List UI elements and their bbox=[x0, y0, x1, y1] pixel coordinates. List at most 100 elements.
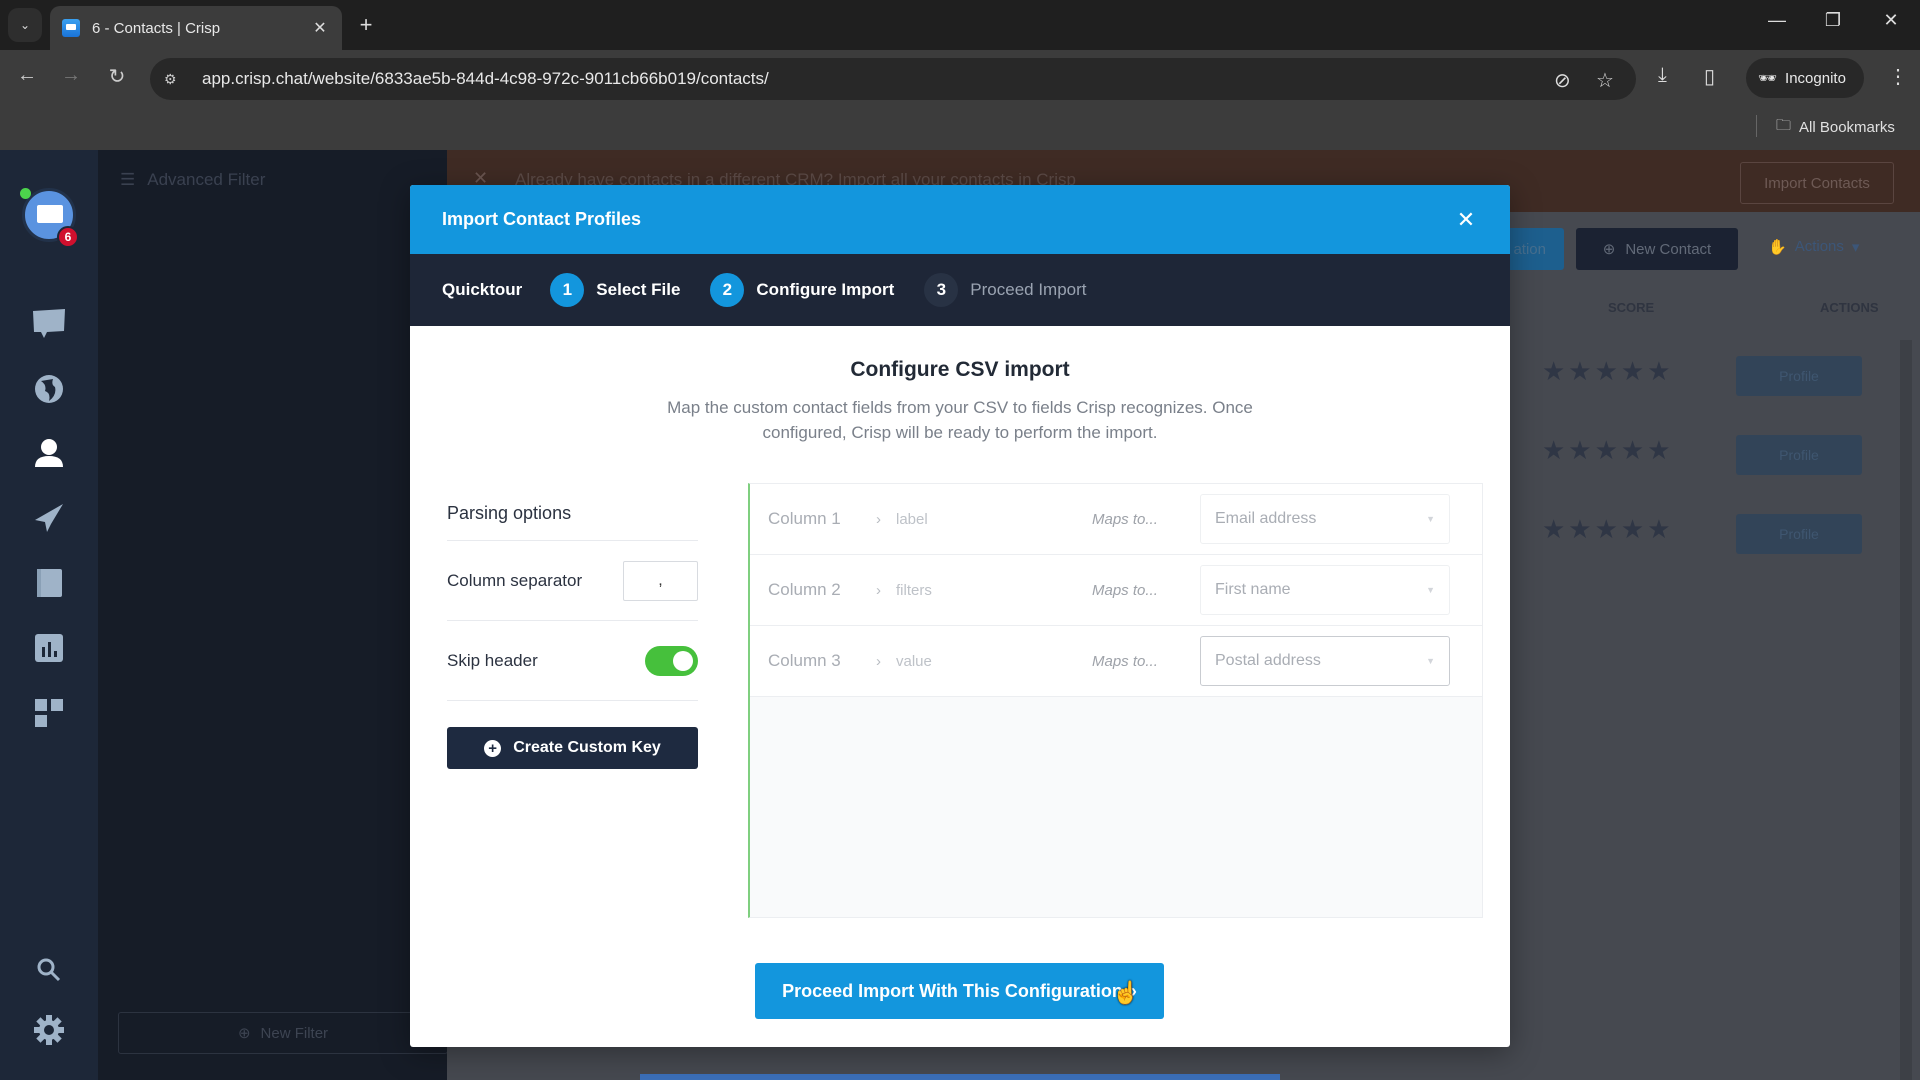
sidebar-item-campaigns[interactable] bbox=[29, 498, 69, 538]
step-configure-import[interactable]: 2 Configure Import bbox=[710, 273, 894, 307]
toggle-knob bbox=[673, 650, 693, 671]
close-icon[interactable]: ✕ bbox=[1454, 207, 1478, 233]
field-select-value: Email address bbox=[1215, 510, 1317, 527]
scrollbar[interactable] bbox=[1900, 340, 1912, 1080]
field-select[interactable]: First name ▼ bbox=[1200, 565, 1450, 615]
download-icon[interactable]: ⤓ bbox=[1658, 64, 1667, 87]
close-window-icon[interactable]: ✕ bbox=[1876, 10, 1906, 31]
sidebar-item-settings[interactable] bbox=[29, 1010, 69, 1050]
column-name: Column 1 bbox=[768, 509, 841, 528]
step-label: Configure Import bbox=[756, 280, 895, 299]
hand-icon: ✋ bbox=[1768, 239, 1787, 256]
chevron-right-icon: › bbox=[876, 581, 881, 599]
column-name: Column 2 bbox=[768, 580, 841, 599]
search-icon bbox=[37, 958, 61, 982]
skip-header-label: Skip header bbox=[447, 650, 538, 670]
side-panel-icon[interactable]: ▯ bbox=[1704, 64, 1715, 89]
book-icon bbox=[37, 569, 62, 597]
column-sample-key: value bbox=[896, 652, 932, 670]
gear-icon bbox=[34, 1015, 64, 1045]
profile-button[interactable]: Profile bbox=[1736, 435, 1862, 475]
new-filter-button[interactable]: ⊕ New Filter bbox=[118, 1012, 448, 1054]
step-proceed-import[interactable]: 3 Proceed Import bbox=[924, 273, 1087, 307]
sidebar-item-analytics[interactable] bbox=[29, 628, 69, 668]
proceed-import-button[interactable]: Proceed Import With This Configuration › bbox=[755, 963, 1164, 1019]
sidebar-item-search[interactable] bbox=[29, 950, 69, 990]
field-select-value: Postal address bbox=[1215, 652, 1321, 669]
step-label: Proceed Import bbox=[970, 280, 1087, 299]
column-separator-label: Column separator bbox=[447, 570, 583, 590]
sidebar-item-visitors[interactable] bbox=[29, 369, 69, 409]
sidebar-item-inbox[interactable] bbox=[29, 304, 69, 344]
sidebar-item-contacts[interactable] bbox=[29, 433, 69, 473]
eye-off-icon[interactable]: ⊘ bbox=[1554, 68, 1571, 93]
unread-badge: 6 bbox=[57, 226, 79, 248]
proceed-import-label: Proceed Import With This Configuration bbox=[782, 980, 1123, 1001]
reload-icon[interactable]: ↻ bbox=[102, 64, 132, 89]
grid-icon bbox=[35, 699, 63, 727]
incognito-indicator[interactable]: 🕶 Incognito bbox=[1746, 58, 1864, 98]
bookmarks-bar: 🗀 All Bookmarks bbox=[0, 107, 1920, 150]
column-name: Column 3 bbox=[768, 651, 841, 670]
mapping-row: Column 1 › label Maps to... Email addres… bbox=[750, 484, 1482, 555]
caret-down-icon: ▼ bbox=[1426, 585, 1435, 595]
url-input[interactable]: ⚙ app.crisp.chat/website/6833ae5b-844d-4… bbox=[150, 58, 1636, 100]
hand-cursor-icon: ☝ bbox=[1112, 980, 1140, 1005]
step-number: 1 bbox=[550, 273, 585, 307]
maps-to-label: Maps to... bbox=[1092, 510, 1158, 528]
advanced-filter-header[interactable]: ☰ Advanced Filter bbox=[120, 170, 265, 190]
restore-icon[interactable]: ❐ bbox=[1818, 10, 1848, 31]
import-contacts-modal: Import Contact Profiles ✕ Quicktour 1 Se… bbox=[410, 185, 1510, 1047]
incognito-label: Incognito bbox=[1785, 69, 1846, 87]
chevron-down-icon: ⌄ bbox=[19, 18, 31, 32]
chat-logo-icon bbox=[37, 205, 63, 223]
tab-title: 6 - Contacts | Crisp bbox=[92, 19, 221, 37]
profile-button[interactable]: Profile bbox=[1736, 356, 1862, 396]
all-bookmarks-button[interactable]: 🗀 All Bookmarks bbox=[1776, 115, 1895, 140]
sidebar-item-plugins[interactable] bbox=[29, 693, 69, 733]
step-number: 2 bbox=[710, 273, 745, 307]
plus-circle-icon: + bbox=[484, 739, 502, 757]
bookmark-star-icon[interactable]: ☆ bbox=[1596, 68, 1614, 93]
sidebar-item-helpdesk[interactable] bbox=[29, 563, 69, 603]
browser-tab[interactable]: 6 - Contacts | Crisp ✕ bbox=[50, 6, 342, 50]
field-select[interactable]: Email address ▼ bbox=[1200, 494, 1450, 544]
new-contact-label: New Contact bbox=[1625, 240, 1712, 258]
skip-header-toggle[interactable] bbox=[645, 645, 698, 676]
close-tab-icon[interactable]: ✕ bbox=[310, 18, 330, 38]
modal-header: Import Contact Profiles ✕ bbox=[410, 185, 1510, 254]
advanced-filter-title: Advanced Filter bbox=[147, 170, 266, 189]
tab-search-button[interactable]: ⌄ bbox=[8, 8, 42, 42]
step-number: 3 bbox=[924, 273, 959, 307]
new-tab-button[interactable]: + bbox=[354, 12, 378, 38]
column-header-actions: ACTIONS bbox=[1820, 300, 1879, 315]
parsing-options-title: Parsing options bbox=[447, 503, 698, 541]
step-select-file[interactable]: 1 Select File bbox=[550, 273, 680, 307]
create-custom-key-button[interactable]: + Create Custom Key bbox=[447, 727, 698, 769]
column-separator-input[interactable] bbox=[623, 560, 698, 601]
new-contact-button[interactable]: ⊕ New Contact bbox=[1576, 228, 1738, 270]
banner-import-contacts-button[interactable]: Import Contacts bbox=[1740, 162, 1894, 204]
field-select-value: First name bbox=[1215, 581, 1291, 598]
browser-menu-icon[interactable]: ⋮ bbox=[1888, 64, 1908, 89]
create-custom-key-label: Create Custom Key bbox=[513, 739, 661, 756]
field-select[interactable]: Postal address ▼ bbox=[1200, 636, 1450, 686]
column-mapping-table: Column 1 › label Maps to... Email addres… bbox=[748, 483, 1483, 918]
actions-dropdown[interactable]: ✋ Actions ▾ bbox=[1768, 238, 1859, 256]
site-info-icon[interactable]: ⚙ bbox=[164, 71, 188, 88]
caret-down-icon: ▼ bbox=[1426, 514, 1435, 524]
score-stars: ★★★★★ bbox=[1542, 435, 1674, 465]
column-header-score[interactable]: SCORE bbox=[1608, 300, 1654, 315]
maps-to-label: Maps to... bbox=[1092, 652, 1158, 670]
crisp-favicon-icon bbox=[62, 19, 80, 37]
browser-tab-bar: ⌄ 6 - Contacts | Crisp ✕ + — ❐ ✕ bbox=[0, 0, 1920, 50]
online-status-dot bbox=[20, 188, 31, 199]
folder-icon: 🗀 bbox=[1776, 117, 1792, 134]
bottom-progress-strip bbox=[640, 1074, 1280, 1080]
quicktour-link[interactable]: Quicktour bbox=[442, 280, 522, 300]
forward-icon[interactable]: → bbox=[56, 64, 86, 87]
filter-lines-icon: ☰ bbox=[120, 170, 136, 189]
profile-button[interactable]: Profile bbox=[1736, 514, 1862, 554]
minimize-icon[interactable]: — bbox=[1762, 10, 1792, 31]
back-icon[interactable]: ← bbox=[12, 64, 42, 87]
